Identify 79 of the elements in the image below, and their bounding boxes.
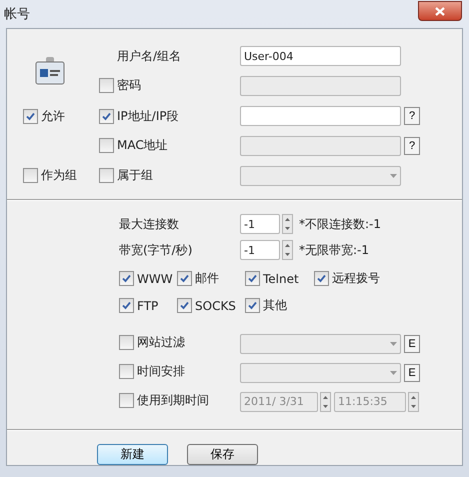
check-icon	[122, 301, 131, 310]
checkbox[interactable]	[119, 335, 134, 350]
limit-label: 最大连接数	[119, 216, 180, 232]
down-arrow-icon	[285, 227, 290, 230]
checkbox[interactable]	[314, 271, 329, 286]
check-icon	[180, 274, 189, 283]
dropdown-field[interactable]	[240, 334, 401, 354]
checkbox[interactable]	[177, 298, 192, 313]
checkbox[interactable]	[119, 298, 134, 313]
checkbox-label: MAC地址	[117, 136, 168, 154]
checkbox-label: 远程拨号	[332, 270, 380, 287]
help-button[interactable]: ?	[404, 137, 420, 155]
checkbox[interactable]	[23, 108, 38, 124]
close-button[interactable]	[418, 1, 462, 21]
up-arrow-icon	[285, 218, 290, 221]
window-title: 帐号	[4, 6, 30, 23]
caret-icon	[390, 342, 397, 346]
checkbox[interactable]	[177, 271, 192, 286]
dialog-button[interactable]: 新建	[97, 444, 168, 465]
checkbox-label: 允许	[41, 108, 65, 124]
spin-button[interactable]	[320, 392, 331, 412]
checkbox[interactable]	[99, 108, 114, 124]
checkbox-label: 邮件	[195, 270, 219, 287]
checkbox[interactable]	[99, 138, 114, 152]
password-field[interactable]	[240, 76, 401, 96]
checkbox-label: 使用到期时间	[137, 392, 209, 409]
checkbox-label: 网站过滤	[137, 334, 185, 351]
spin-button[interactable]	[282, 240, 293, 260]
checkbox[interactable]	[245, 298, 260, 313]
checkbox[interactable]	[99, 168, 114, 182]
hint-text: *不限连接数:-1	[299, 216, 382, 232]
checkbox-label: WWW	[137, 272, 173, 286]
number-field[interactable]: -1	[240, 214, 280, 234]
checkbox-label: IP地址/IP段	[117, 108, 179, 124]
checkbox-label: Telnet	[263, 272, 299, 286]
checkbox-label: FTP	[137, 298, 158, 312]
caret-icon	[390, 370, 397, 374]
checkbox[interactable]	[23, 168, 38, 182]
checkbox[interactable]	[245, 271, 260, 286]
edit-button[interactable]: E	[404, 364, 420, 382]
down-arrow-icon	[411, 404, 416, 408]
checkbox-label: 作为组	[41, 166, 77, 184]
down-arrow-icon	[323, 404, 328, 408]
up-arrow-icon	[285, 244, 290, 247]
limit-label: 带宽(字节/秒)	[119, 242, 194, 258]
checkbox-label: 其他	[263, 297, 287, 314]
check-icon	[317, 274, 326, 283]
spin-button[interactable]	[408, 392, 419, 412]
checkbox[interactable]	[119, 393, 134, 408]
checkbox-label: SOCKS	[195, 298, 236, 312]
check-icon	[180, 301, 189, 310]
ip-field[interactable]	[240, 106, 401, 126]
up-arrow-icon	[323, 396, 328, 398]
id-card-icon	[35, 57, 65, 85]
checkbox[interactable]	[99, 78, 114, 92]
check-icon	[122, 274, 131, 283]
spin-button[interactable]	[282, 214, 293, 234]
down-arrow-icon	[285, 253, 290, 256]
username-field[interactable]: User-004	[240, 46, 401, 66]
dialog-button[interactable]: 保存	[187, 444, 258, 465]
checkbox-label: 密码	[117, 76, 141, 94]
username-label: 用户名/组名	[116, 48, 182, 64]
check-icon	[26, 112, 35, 120]
checkbox-label: 时间安排	[137, 363, 185, 380]
check-icon	[248, 301, 257, 310]
number-field[interactable]: -1	[240, 240, 280, 260]
edit-button[interactable]: E	[404, 334, 420, 352]
up-arrow-icon	[411, 396, 416, 398]
hint-text: *无限带宽:-1	[299, 242, 370, 258]
check-icon	[102, 112, 111, 120]
dropdown-field[interactable]	[240, 362, 401, 382]
checkbox-label: 属于组	[117, 166, 153, 184]
checkbox[interactable]	[119, 364, 134, 379]
mac-field[interactable]	[240, 136, 401, 156]
checkbox[interactable]	[119, 271, 134, 286]
close-icon	[435, 6, 445, 16]
help-button[interactable]: ?	[404, 107, 420, 125]
caret-icon	[390, 174, 397, 178]
check-icon	[248, 274, 257, 283]
